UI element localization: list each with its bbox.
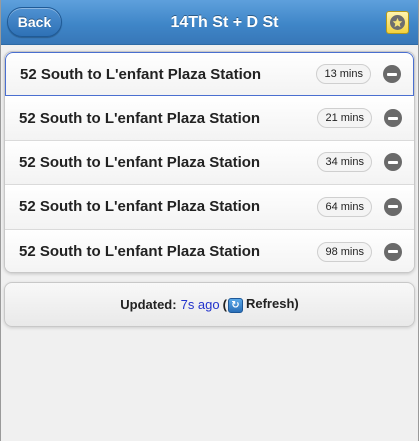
header-bar: Back 14Th St + D St [1, 0, 418, 45]
eta-badge: 34 mins [317, 152, 372, 173]
updated-ago-link[interactable]: 7s ago [181, 297, 220, 312]
eta-badge: 98 mins [317, 241, 372, 262]
route-label: 52 South to L'enfant Plaza Station [19, 198, 261, 216]
list-item[interactable]: 52 South to L'enfant Plaza Station 64 mi… [5, 185, 414, 230]
remove-icon[interactable] [383, 65, 401, 84]
eta-badge: 13 mins [316, 64, 371, 85]
route-label: 52 South to L'enfant Plaza Station [19, 243, 261, 261]
list-item[interactable]: 52 South to L'enfant Plaza Station 21 mi… [5, 96, 414, 141]
star-icon [390, 15, 405, 30]
remove-icon[interactable] [384, 242, 402, 261]
route-label: 52 South to L'enfant Plaza Station [19, 153, 261, 171]
remove-icon[interactable] [384, 153, 402, 172]
refresh-label: Refresh) [245, 296, 299, 312]
page-title: 14Th St + D St [170, 13, 279, 31]
refresh-icon: ↻ [227, 297, 243, 313]
route-label: 52 South to L'enfant Plaza Station [19, 109, 261, 127]
update-status-bar: Updated: 7s ago ( ↻ Refresh) [4, 282, 415, 327]
list-item[interactable]: 52 South to L'enfant Plaza Station 34 mi… [5, 140, 414, 186]
route-label: 52 South to L'enfant Plaza Station [20, 65, 262, 83]
list-item[interactable]: 52 South to L'enfant Plaza Station 13 mi… [5, 52, 414, 97]
back-button[interactable]: Back [7, 7, 62, 37]
eta-badge: 21 mins [317, 108, 372, 129]
arrivals-list: 52 South to L'enfant Plaza Station 13 mi… [4, 51, 415, 273]
favorite-button[interactable] [386, 11, 409, 34]
eta-badge: 64 mins [317, 196, 372, 217]
remove-icon[interactable] [384, 109, 402, 128]
refresh-button[interactable]: ↻ Refresh) [227, 296, 299, 313]
list-item[interactable]: 52 South to L'enfant Plaza Station 98 mi… [5, 229, 414, 272]
remove-icon[interactable] [384, 197, 402, 216]
updated-label: Updated: [120, 297, 177, 312]
